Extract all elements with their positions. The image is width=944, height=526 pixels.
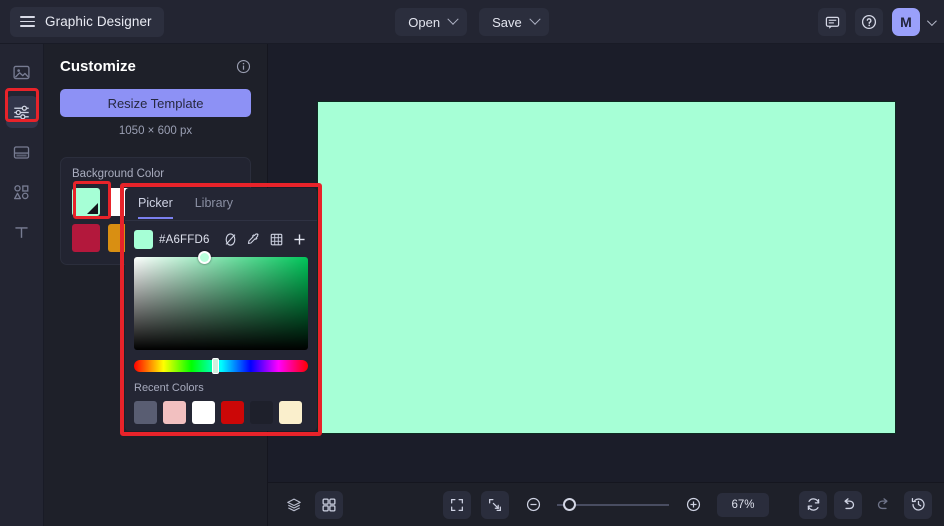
bottom-bar-right — [799, 490, 932, 519]
top-bar-right: M — [818, 0, 937, 44]
saturation-value-area[interactable] — [134, 251, 308, 350]
info-icon[interactable] — [236, 59, 251, 74]
panel-header: Customize — [60, 58, 251, 75]
grid-view-button[interactable] — [315, 490, 343, 519]
recent-color[interactable] — [250, 401, 273, 424]
color-picker-tabs: Picker Library — [134, 188, 308, 220]
sidebar-item-elements[interactable] — [6, 176, 38, 208]
collapse-icon — [489, 498, 501, 511]
undo-button[interactable] — [834, 490, 862, 519]
swatch-selected[interactable] — [72, 188, 100, 216]
help-circle-icon — [861, 14, 877, 30]
open-button-label: Open — [408, 14, 441, 30]
zoom-slider[interactable] — [557, 497, 669, 511]
recent-colors-row — [134, 401, 308, 424]
zoom-slider-handle[interactable] — [563, 497, 576, 511]
tab-library[interactable]: Library — [195, 196, 233, 219]
comment-icon — [825, 16, 839, 29]
hue-handle[interactable] — [212, 358, 220, 374]
chevron-down-icon — [529, 13, 541, 25]
zoom-in-button[interactable] — [679, 491, 707, 519]
current-color-swatch[interactable] — [134, 230, 153, 249]
redo-icon — [877, 498, 888, 510]
sidebar-item-media[interactable] — [6, 56, 38, 88]
chevron-down-icon — [447, 13, 459, 25]
no-color-icon[interactable] — [222, 231, 239, 248]
collapse-button[interactable] — [481, 490, 509, 519]
document-chip[interactable]: Graphic Designer — [10, 6, 164, 37]
design-canvas[interactable] — [317, 101, 896, 434]
swatch-corner-indicator — [87, 203, 98, 214]
document-title: Graphic Designer — [45, 14, 152, 29]
hex-value[interactable]: #A6FFD6 — [159, 234, 210, 246]
background-color-label: Background Color — [72, 168, 165, 180]
reset-icon — [807, 498, 819, 511]
zoom-level[interactable]: 67% — [717, 492, 769, 517]
zoom-in-icon — [686, 497, 700, 512]
recent-color[interactable] — [163, 401, 186, 424]
zoom-out-button[interactable] — [519, 491, 547, 519]
grid-icon — [322, 498, 336, 511]
left-rail — [0, 44, 44, 526]
layout-icon — [13, 145, 30, 159]
open-button[interactable]: Open — [395, 8, 468, 36]
palette-grid-icon[interactable] — [268, 231, 285, 248]
hue-slider[interactable] — [134, 358, 308, 374]
hamburger-icon[interactable] — [20, 16, 35, 27]
save-button[interactable]: Save — [479, 8, 549, 36]
page-title: Customize — [60, 58, 136, 75]
sidebar-item-customize[interactable] — [5, 96, 38, 128]
recent-color[interactable] — [279, 401, 302, 424]
divider — [125, 220, 317, 221]
sidebar-item-text[interactable] — [6, 216, 38, 248]
eyedropper-icon[interactable] — [245, 231, 262, 248]
bottom-bar: 67% — [268, 482, 944, 526]
tab-picker[interactable]: Picker — [138, 196, 173, 219]
layers-button[interactable] — [280, 491, 308, 519]
template-dimensions: 1050 × 600 px — [118, 125, 193, 137]
layers-icon — [287, 498, 301, 511]
top-bar: Graphic Designer — [0, 0, 944, 44]
bottom-bar-left — [280, 490, 343, 519]
resize-template-label: Resize Template — [107, 95, 204, 111]
history-icon — [911, 498, 925, 511]
recent-color[interactable] — [221, 401, 244, 424]
fit-screen-button[interactable] — [443, 490, 471, 519]
help-button[interactable] — [855, 8, 883, 36]
reset-button[interactable] — [799, 490, 827, 519]
recent-colors-label: Recent Colors — [134, 382, 204, 394]
undo-icon — [843, 498, 854, 510]
recent-color[interactable] — [192, 401, 215, 424]
image-icon — [13, 65, 30, 79]
canvas-stage[interactable] — [268, 44, 944, 482]
sidebar-item-layout[interactable] — [6, 136, 38, 168]
save-button-label: Save — [492, 14, 522, 30]
add-icon[interactable] — [291, 231, 308, 248]
swatch[interactable] — [72, 224, 100, 252]
fit-screen-icon — [451, 498, 463, 511]
text-icon — [15, 226, 28, 238]
zoom-out-icon — [526, 497, 540, 512]
recent-color[interactable] — [134, 401, 157, 424]
color-picker-popup: Picker Library #A6FFD6 Recent Colors — [125, 188, 317, 431]
avatar-initial: M — [900, 14, 912, 30]
shapes-icon — [13, 184, 29, 199]
redo-button[interactable] — [869, 491, 897, 519]
saturation-handle[interactable] — [198, 251, 211, 264]
app-root: Graphic Designer Open Save M Customize R… — [0, 0, 944, 526]
color-value-row: #A6FFD6 — [134, 230, 308, 249]
sliders-icon — [14, 105, 29, 119]
avatar[interactable]: M — [892, 8, 920, 36]
swatch-column — [72, 188, 100, 252]
history-button[interactable] — [904, 490, 932, 519]
resize-template-button[interactable]: Resize Template — [60, 89, 251, 117]
comment-button[interactable] — [818, 8, 846, 36]
